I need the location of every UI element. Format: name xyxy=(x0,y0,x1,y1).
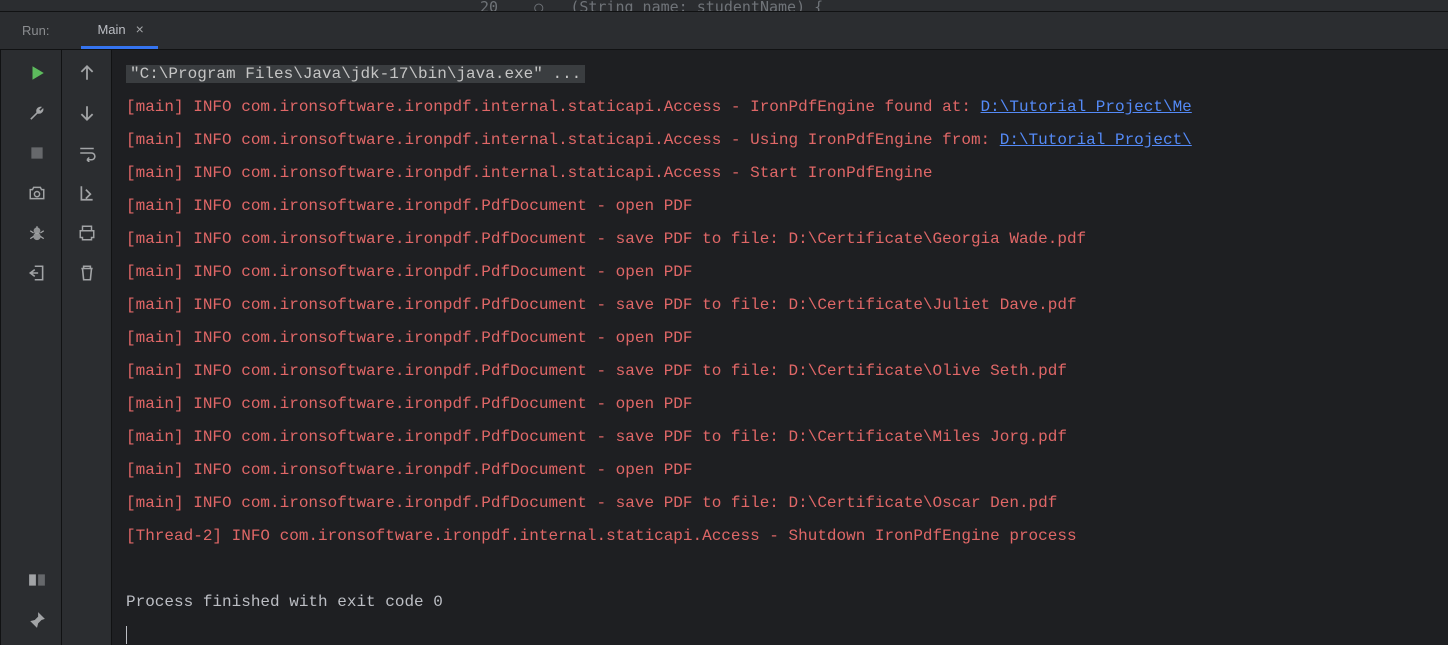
arrow-down-icon[interactable] xyxy=(76,102,98,124)
path-link[interactable]: D:\Tutorial Project\Me xyxy=(981,98,1192,116)
print-icon[interactable] xyxy=(76,222,98,244)
log-line: [main] INFO com.ironsoftware.ironpdf.Pdf… xyxy=(126,296,1077,314)
console-actions-toolbar xyxy=(62,50,112,645)
log-line: [main] INFO com.ironsoftware.ironpdf.Pdf… xyxy=(126,230,1086,248)
tab-main[interactable]: Main × xyxy=(81,12,157,49)
trash-icon[interactable] xyxy=(76,262,98,284)
log-line: [main] INFO com.ironsoftware.ironpdf.Pdf… xyxy=(126,329,693,347)
run-actions-toolbar xyxy=(12,50,62,645)
run-label: Run: xyxy=(22,23,49,38)
left-stripe[interactable] xyxy=(0,50,12,645)
scroll-end-icon[interactable] xyxy=(76,182,98,204)
log-line: [main] INFO com.ironsoftware.ironpdf.Pdf… xyxy=(126,494,1057,512)
log-line: [main] INFO com.ironsoftware.ironpdf.Pdf… xyxy=(126,362,1067,380)
log-line: [main] INFO com.ironsoftware.ironpdf.Pdf… xyxy=(126,197,693,215)
editor-preview: 20 ○ (String name: studentName) { xyxy=(0,0,1448,12)
path-link[interactable]: D:\Tutorial Project\ xyxy=(1000,131,1192,149)
input-caret xyxy=(126,626,127,644)
command-line: "C:\Program Files\Java\jdk-17\bin\java.e… xyxy=(126,65,585,83)
camera-icon[interactable] xyxy=(26,182,48,204)
log-line: [main] INFO com.ironsoftware.ironpdf.int… xyxy=(126,131,1000,149)
exit-code-line: Process finished with exit code 0 xyxy=(126,586,1448,619)
wrench-icon[interactable] xyxy=(26,102,48,124)
log-line: [main] INFO com.ironsoftware.ironpdf.Pdf… xyxy=(126,461,693,479)
run-toolwindow-header: Run: Main × xyxy=(0,12,1448,50)
log-line: [main] INFO com.ironsoftware.ironpdf.Pdf… xyxy=(126,428,1067,446)
log-line: [main] INFO com.ironsoftware.ironpdf.int… xyxy=(126,98,981,116)
close-icon[interactable]: × xyxy=(136,21,144,37)
layout-icon[interactable] xyxy=(26,569,48,591)
log-line: [main] INFO com.ironsoftware.ironpdf.Pdf… xyxy=(126,395,693,413)
exit-icon[interactable] xyxy=(26,262,48,284)
pin-icon[interactable] xyxy=(26,609,48,631)
bug-icon[interactable] xyxy=(26,222,48,244)
tab-label: Main xyxy=(97,22,125,37)
log-line: [main] INFO com.ironsoftware.ironpdf.int… xyxy=(126,164,933,182)
log-line: [main] INFO com.ironsoftware.ironpdf.Pdf… xyxy=(126,263,693,281)
arrow-up-icon[interactable] xyxy=(76,62,98,84)
console-output[interactable]: "C:\Program Files\Java\jdk-17\bin\java.e… xyxy=(112,50,1448,645)
stop-icon[interactable] xyxy=(26,142,48,164)
log-line: [Thread-2] INFO com.ironsoftware.ironpdf… xyxy=(126,527,1077,545)
softwrap-icon[interactable] xyxy=(76,142,98,164)
run-icon[interactable] xyxy=(26,62,48,84)
